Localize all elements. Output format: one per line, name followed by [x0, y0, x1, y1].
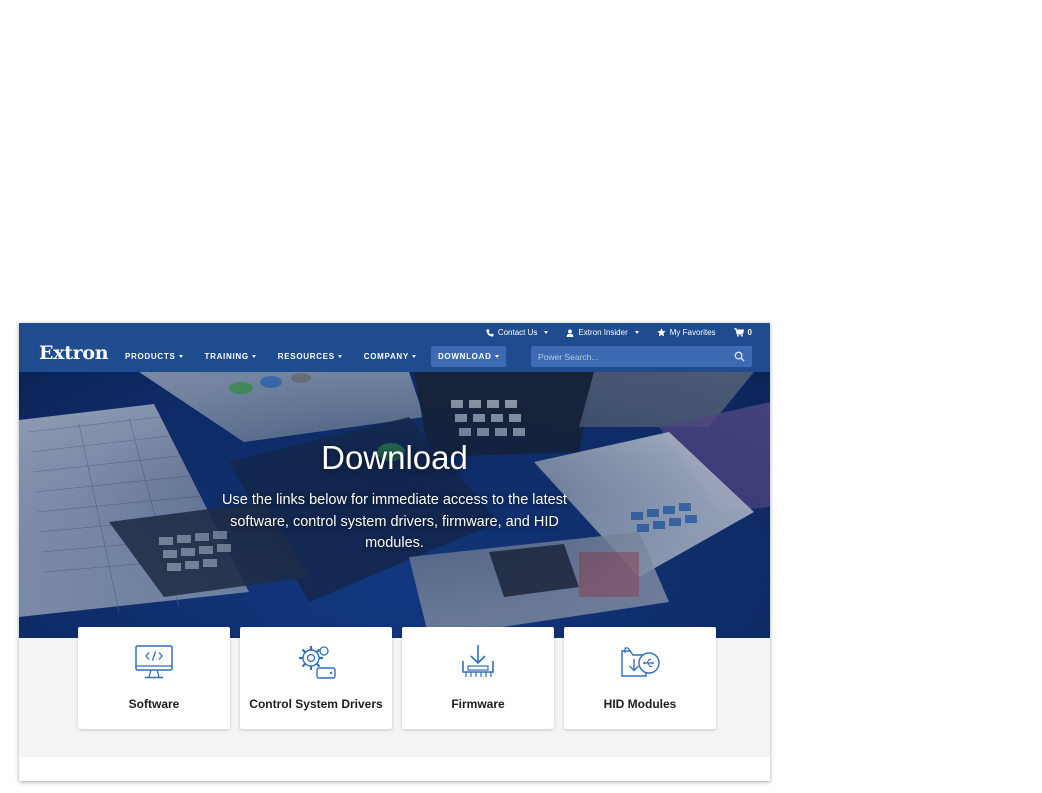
chevron-down-icon	[494, 355, 499, 358]
site-header: Extron Contact Us Extron Insider My Favo…	[19, 323, 770, 373]
search-input[interactable]	[531, 350, 730, 363]
hero-subtitle: Use the links below for immediate access…	[222, 492, 567, 551]
nav-download[interactable]: DOWNLOAD	[430, 346, 506, 367]
download-categories: Software Control System Drivers Firmware…	[78, 627, 716, 729]
phone-icon	[486, 328, 494, 337]
chevron-down-icon	[544, 331, 549, 334]
user-icon	[567, 328, 574, 337]
contact-us-label: Contact Us	[497, 328, 538, 337]
cart-icon	[733, 328, 744, 337]
cart-link[interactable]: 0	[733, 328, 752, 337]
chevron-down-icon	[337, 355, 342, 358]
folder-usb-icon	[621, 647, 660, 677]
card-firmware[interactable]: Firmware	[402, 627, 554, 729]
cart-count: 0	[747, 328, 752, 337]
browser-page: Extron Contact Us Extron Insider My Favo…	[19, 323, 770, 781]
nav-training-label: TRAINING	[204, 352, 249, 361]
nav-resources[interactable]: RESOURCES	[271, 346, 349, 367]
my-favorites-link[interactable]: My Favorites	[657, 328, 716, 337]
nav-company-label: COMPANY	[363, 352, 409, 361]
monitor-code-icon	[135, 645, 173, 679]
card-hid-modules-label: HID Modules	[603, 697, 677, 711]
card-control-system-drivers[interactable]: Control System Drivers	[240, 627, 392, 729]
power-search	[531, 346, 752, 367]
chevron-down-icon	[634, 331, 639, 334]
card-software-label: Software	[128, 697, 180, 711]
my-favorites-label: My Favorites	[669, 328, 716, 337]
extron-logo[interactable]: Extron	[39, 342, 109, 364]
gears-drive-icon	[299, 646, 336, 679]
contact-us-link[interactable]: Contact Us	[486, 328, 549, 337]
hero-banner: Download Use the links below for immedia…	[19, 372, 770, 638]
card-control-system-drivers-label: Control System Drivers	[249, 697, 383, 711]
nav-download-label: DOWNLOAD	[437, 352, 492, 361]
chevron-down-icon	[411, 355, 416, 358]
nav-products-label: PRODUCTS	[125, 352, 176, 361]
main-nav: PRODUCTS TRAINING RESOURCES COMPANY DOWN…	[118, 346, 514, 367]
star-icon	[657, 328, 666, 337]
nav-resources-label: RESOURCES	[277, 352, 335, 361]
nav-company[interactable]: COMPANY	[357, 346, 423, 367]
download-chip-icon	[462, 645, 494, 677]
search-icon[interactable]	[734, 351, 745, 362]
card-firmware-label: Firmware	[451, 697, 505, 711]
page-title: Download	[321, 439, 468, 476]
extron-insider-link[interactable]: Extron Insider	[566, 328, 639, 337]
utility-nav: Contact Us Extron Insider My Favorites 0	[486, 328, 752, 337]
card-hid-modules[interactable]: HID Modules	[564, 627, 716, 729]
nav-training[interactable]: TRAINING	[198, 346, 263, 367]
chevron-down-icon	[178, 355, 183, 358]
extron-insider-label: Extron Insider	[578, 328, 628, 337]
chevron-down-icon	[251, 355, 256, 358]
card-software[interactable]: Software	[78, 627, 230, 729]
nav-products[interactable]: PRODUCTS	[118, 346, 190, 367]
